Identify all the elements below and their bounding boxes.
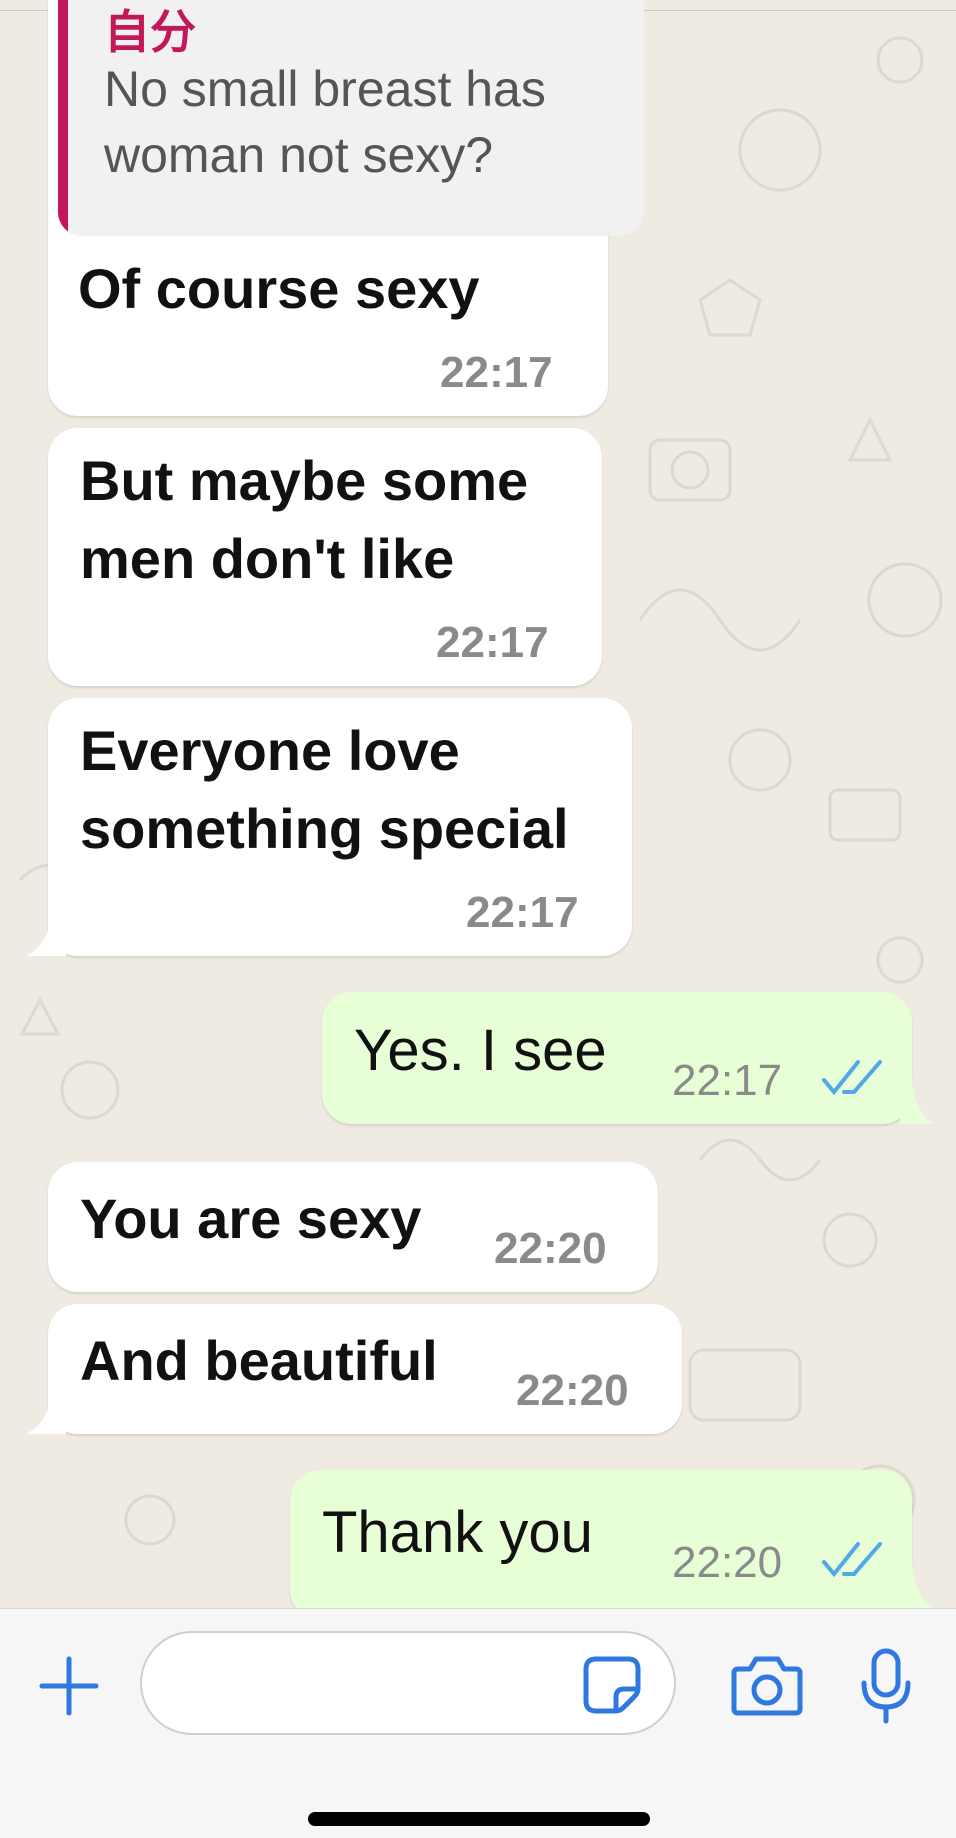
message-text-line: something special	[80, 797, 569, 860]
quote-author: 自分	[104, 6, 196, 58]
message-input[interactable]	[140, 1631, 676, 1735]
home-indicator	[308, 1812, 650, 1826]
message-time: 22:20	[494, 1224, 607, 1273]
incoming-message-bubble[interactable]: And beautiful 22:20	[48, 1304, 682, 1434]
read-receipt-icon	[822, 1060, 882, 1096]
sticker-icon[interactable]	[582, 1655, 642, 1715]
message-text: Thank you	[322, 1500, 593, 1565]
incoming-message-bubble[interactable]: 自分 No small breast has woman not sexy? O…	[48, 0, 644, 416]
outgoing-message-bubble[interactable]: Thank you 22:20	[290, 1470, 912, 1608]
outgoing-message-bubble[interactable]: Yes. I see 22:17	[322, 992, 912, 1124]
bubble-tail	[900, 1560, 934, 1608]
bubble-tail	[26, 910, 66, 956]
message-text: Yes. I see	[354, 1018, 607, 1083]
message-composer	[0, 1608, 956, 1838]
microphone-icon[interactable]	[858, 1647, 914, 1727]
message-text-line: Everyone love	[80, 719, 460, 782]
quoted-reply[interactable]: 自分 No small breast has woman not sexy?	[58, 0, 644, 236]
message-text: You are sexy	[80, 1187, 422, 1250]
message-text: Of course sexy	[78, 257, 480, 320]
incoming-message-bubble[interactable]: You are sexy 22:20	[48, 1162, 658, 1292]
message-text: And beautiful	[80, 1329, 438, 1392]
message-time: 22:20	[672, 1538, 783, 1587]
bubble-tail	[900, 1076, 934, 1124]
message-time: 22:17	[466, 888, 579, 937]
read-receipt-icon	[822, 1542, 882, 1578]
quote-text: No small breast has woman not sexy?	[104, 61, 546, 183]
quote-accent-bar	[58, 0, 68, 236]
chat-area[interactable]: 自分 No small breast has woman not sexy? O…	[0, 0, 956, 1608]
message-time: 22:17	[672, 1056, 783, 1105]
incoming-message-bubble[interactable]: But maybe some men don't like 22:17	[48, 428, 602, 686]
message-text-line: men don't like	[80, 527, 455, 590]
plus-icon[interactable]	[36, 1653, 102, 1719]
message-time: 22:17	[436, 618, 549, 667]
message-time: 22:17	[440, 348, 553, 397]
bubble-tail	[26, 1388, 66, 1434]
message-time: 22:20	[516, 1366, 629, 1415]
message-text-line: But maybe some	[80, 449, 529, 512]
camera-icon[interactable]	[730, 1655, 804, 1717]
incoming-message-bubble[interactable]: Everyone love something special 22:17	[48, 698, 632, 956]
